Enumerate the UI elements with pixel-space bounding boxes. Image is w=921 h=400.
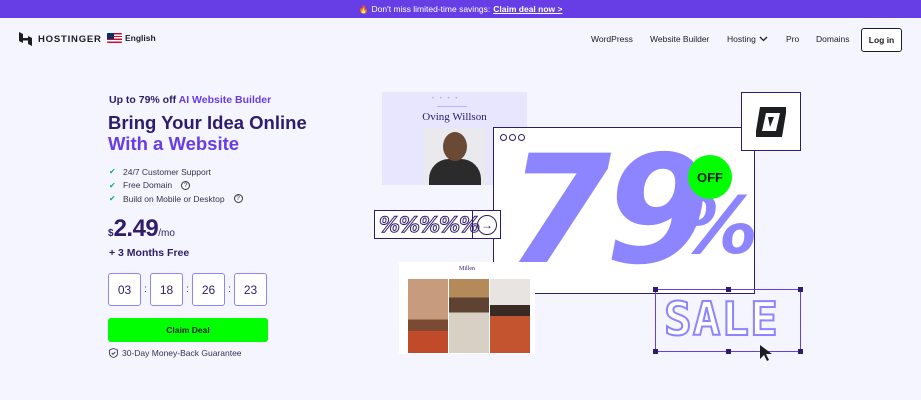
selection-handle	[653, 287, 658, 292]
mouse-cursor-icon	[760, 345, 772, 361]
fashion-photo	[490, 279, 530, 353]
nav-item-website-builder[interactable]: Website Builder	[650, 34, 709, 44]
nav-item-hosting-label: Hosting	[727, 34, 756, 44]
logo-text: HOSTINGER	[38, 33, 102, 45]
feature-label: 24/7 Customer Support	[123, 166, 211, 177]
price: $ 2.49 /mo	[108, 215, 175, 243]
hostinger-logo-icon	[19, 32, 32, 46]
timer-hours: 18	[150, 273, 183, 306]
timer-seconds: 23	[234, 273, 267, 306]
sale-selection-box: SALE	[653, 287, 803, 354]
feature-item: ✔ Build on Mobile or Desktop ?	[109, 192, 243, 206]
claim-deal-link[interactable]: Claim deal now >	[493, 4, 562, 14]
arrow-right-icon: →	[477, 214, 497, 235]
login-button[interactable]: Log in	[861, 28, 902, 52]
headline-line1: Bring Your Idea Online	[108, 112, 307, 133]
feature-label: Build on Mobile or Desktop	[123, 193, 225, 204]
timer-minutes: 26	[192, 273, 225, 306]
check-icon: ✔	[109, 194, 116, 204]
selection-handle	[726, 287, 731, 292]
nav-item-domains[interactable]: Domains	[816, 34, 850, 44]
chevron-down-icon	[759, 36, 768, 42]
promo-bar: 🔥 Don't miss limited-time savings: Claim…	[0, 0, 921, 18]
selection-handle	[726, 349, 731, 354]
nav-item-hosting[interactable]: Hosting	[727, 34, 768, 44]
percent-sign: %	[680, 182, 759, 272]
bonus-text: + 3 Months Free	[109, 247, 190, 259]
nav-item-wordpress[interactable]: WordPress	[591, 34, 633, 44]
arrow-cell: →	[472, 211, 501, 238]
feature-item: ✔ Free Domain ?	[109, 179, 243, 193]
preview-name: Oving Willson	[422, 111, 487, 123]
shield-check-icon	[109, 348, 118, 358]
feature-label: Free Domain	[123, 180, 173, 191]
selection-handle	[798, 349, 803, 354]
fashion-photo	[408, 279, 448, 353]
hostinger-mark-icon	[756, 106, 786, 137]
website-preview-card-2: Millen	[399, 262, 535, 354]
sale-text: SALE	[663, 292, 779, 346]
preview-title: Millen	[459, 266, 475, 272]
hostinger-logo[interactable]: HOSTINGER	[19, 32, 102, 46]
window-dot	[500, 134, 507, 141]
feature-item: ✔ 24/7 Customer Support	[109, 165, 243, 179]
off-badge: OFF	[688, 155, 732, 199]
price-amount: 2.49	[113, 215, 159, 242]
discount-number: 79	[507, 124, 710, 298]
price-period: /mo	[158, 228, 175, 239]
selection-handle	[798, 287, 803, 292]
portrait-image	[424, 128, 486, 185]
headline-line2: With a Website	[108, 133, 240, 154]
top-nav: HOSTINGER English WordPress Website Buil…	[0, 18, 921, 62]
timer-separator: :	[144, 284, 147, 295]
percent-strip: %%%%% →	[374, 210, 501, 239]
countdown-timer: 03 : 18 : 26 : 23	[108, 273, 267, 306]
help-icon[interactable]: ?	[181, 180, 191, 190]
timer-separator: :	[186, 284, 189, 295]
subtitle-prefix: Up to 79% off	[109, 94, 177, 106]
language-selector[interactable]: English	[107, 33, 156, 43]
money-back-guarantee: 30-Day Money-Back Guarantee	[109, 348, 242, 358]
timer-separator: :	[228, 284, 231, 295]
preview-divider	[437, 106, 467, 107]
fashion-photo	[449, 279, 489, 353]
portrait-body	[429, 159, 481, 185]
feature-list: ✔ 24/7 Customer Support ✔ Free Domain ? …	[109, 165, 243, 206]
portrait-head	[443, 132, 467, 161]
help-icon[interactable]: ?	[233, 194, 243, 204]
check-icon: ✔	[109, 180, 116, 190]
subtitle-accent: AI Website Builder	[178, 94, 272, 106]
fire-icon: 🔥	[358, 4, 369, 14]
percent-strip-text: %%%%%	[378, 213, 480, 238]
hero-subtitle: Up to 79% off AI Website Builder	[109, 94, 271, 106]
timer-days: 03	[108, 273, 141, 306]
nav-item-pro[interactable]: Pro	[786, 34, 799, 44]
selection-handle	[653, 349, 658, 354]
promo-text: Don't miss limited-time savings:	[371, 4, 491, 14]
check-icon: ✔	[109, 167, 116, 177]
guarantee-label: 30-Day Money-Back Guarantee	[122, 348, 242, 358]
language-label: English	[125, 33, 156, 43]
preview-nav-dots: • • • •	[432, 96, 460, 102]
us-flag-icon	[107, 33, 122, 43]
claim-deal-button[interactable]: Claim Deal	[108, 318, 268, 342]
hero-headline: Bring Your Idea Online With a Website	[108, 112, 307, 154]
brand-icon-box	[741, 92, 801, 151]
